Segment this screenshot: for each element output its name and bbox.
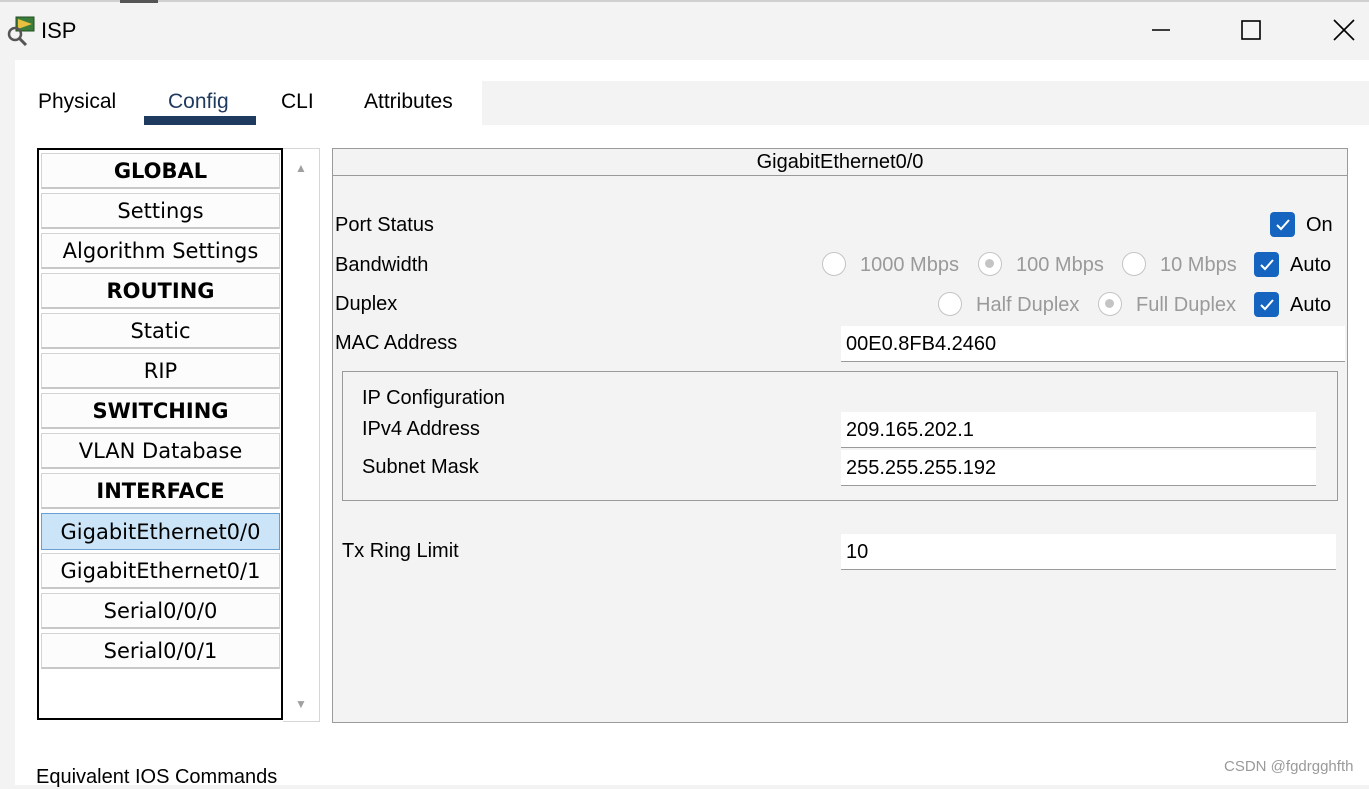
bandwidth-100-radio[interactable] — [978, 252, 1002, 276]
duplex-label: Duplex — [335, 293, 398, 315]
sidebar-item-gigabitethernet0-0[interactable]: GigabitEthernet0/0 — [41, 513, 280, 550]
sidebar-header-switching: SWITCHING — [41, 393, 280, 429]
ipv4-address-field[interactable] — [841, 412, 1316, 448]
watermark: CSDN @fgdrgghfth — [1224, 758, 1354, 775]
checkmark-icon — [1259, 298, 1274, 310]
duplex-full-label: Full Duplex — [1136, 294, 1237, 316]
port-status-label: Port Status — [335, 214, 434, 236]
router-icon — [6, 14, 38, 47]
close-icon — [1333, 19, 1355, 41]
checkmark-icon — [1259, 258, 1274, 270]
maximize-button[interactable] — [1231, 12, 1271, 48]
duplex-auto-label: Auto — [1290, 294, 1332, 316]
sidebar-item-static[interactable]: Static — [41, 313, 280, 349]
mac-address-label: MAC Address — [335, 332, 458, 354]
window-title: ISP — [41, 18, 77, 43]
sidebar-item-gigabitethernet0-1[interactable]: GigabitEthernet0/1 — [41, 553, 280, 589]
subnet-mask-label: Subnet Mask — [362, 456, 479, 478]
tab-config[interactable]: Config — [168, 90, 229, 114]
close-button[interactable] — [1324, 12, 1364, 48]
panel-title: GigabitEthernet0/0 — [333, 149, 1347, 176]
scroll-up-icon[interactable]: ▲ — [293, 162, 309, 174]
mac-address-field[interactable] — [841, 326, 1345, 362]
bandwidth-10-radio[interactable] — [1122, 252, 1146, 276]
duplex-half-radio[interactable] — [938, 292, 962, 316]
equivalent-ios-commands-label: Equivalent IOS Commands — [36, 766, 278, 788]
subnet-mask-field[interactable] — [841, 450, 1316, 486]
bandwidth-10-label: 10 Mbps — [1160, 254, 1237, 276]
tab-attributes[interactable]: Attributes — [364, 90, 453, 114]
sidebar-item-vlan-database[interactable]: VLAN Database — [41, 433, 280, 469]
sidebar-item-serial0-0-0[interactable]: Serial0/0/0 — [41, 593, 280, 629]
minimize-button[interactable] — [1141, 12, 1181, 48]
active-tab-indicator — [144, 116, 256, 125]
sidebar-item-algorithm-settings[interactable]: Algorithm Settings — [41, 233, 280, 269]
bandwidth-1000-label: 1000 Mbps — [860, 254, 959, 276]
tx-ring-limit-field[interactable] — [841, 534, 1336, 570]
bandwidth-auto-label: Auto — [1290, 254, 1332, 276]
bandwidth-label: Bandwidth — [335, 254, 429, 276]
sidebar-header-interface: INTERFACE — [41, 473, 280, 509]
sidebar-scrollbar[interactable] — [283, 148, 320, 722]
sidebar-header-routing: ROUTING — [41, 273, 280, 309]
duplex-full-radio[interactable] — [1098, 292, 1122, 316]
bandwidth-1000-radio[interactable] — [822, 252, 846, 276]
ip-configuration-title: IP Configuration — [362, 387, 506, 409]
bandwidth-auto-checkbox[interactable] — [1254, 252, 1279, 277]
maximize-icon — [1241, 20, 1261, 40]
sidebar-item-settings[interactable]: Settings — [41, 193, 280, 229]
duplex-half-label: Half Duplex — [976, 294, 1080, 316]
bandwidth-100-label: 100 Mbps — [1016, 254, 1104, 276]
top-edge-marker — [120, 0, 158, 3]
checkmark-icon — [1275, 218, 1290, 230]
tx-ring-limit-label: Tx Ring Limit — [342, 540, 459, 562]
sidebar-item-rip[interactable]: RIP — [41, 353, 280, 389]
duplex-auto-checkbox[interactable] — [1254, 292, 1279, 317]
minimize-icon — [1152, 29, 1170, 31]
scroll-down-icon[interactable]: ▼ — [293, 698, 309, 710]
sidebar-item-serial0-0-1[interactable]: Serial0/0/1 — [41, 633, 280, 669]
sidebar-header-global: GLOBAL — [41, 153, 280, 189]
port-status-checkbox[interactable] — [1270, 212, 1295, 237]
tab-row-background — [482, 81, 1369, 125]
ipv4-address-label: IPv4 Address — [362, 418, 480, 440]
tab-cli[interactable]: CLI — [281, 90, 314, 114]
port-status-on-label: On — [1306, 214, 1333, 236]
tab-physical[interactable]: Physical — [38, 90, 116, 114]
